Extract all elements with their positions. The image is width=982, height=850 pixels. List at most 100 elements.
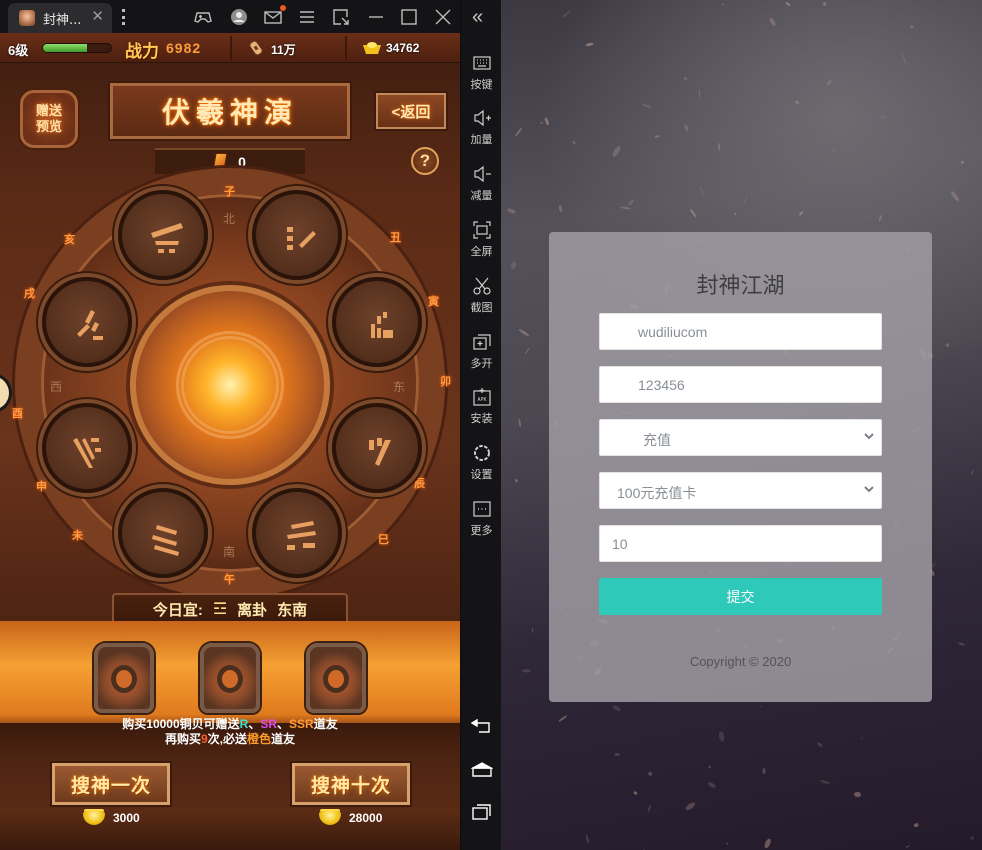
resize-icon[interactable] <box>331 7 351 27</box>
mail-icon[interactable] <box>263 5 286 27</box>
gold-ingot-icon <box>319 811 341 825</box>
gold-value[interactable]: 34762 <box>386 41 419 55</box>
quantity-input[interactable]: 10 <box>599 525 882 562</box>
collapse-sidebar-icon[interactable]: « <box>472 6 483 29</box>
page-title: 伏羲神演 <box>161 96 298 129</box>
app-tab[interactable]: 封神... ✕ <box>8 3 112 33</box>
zodiac-label: 亥 <box>64 234 75 246</box>
brazier-slot <box>94 643 154 713</box>
sidebar-item-volume-down[interactable]: 减量 <box>461 164 502 214</box>
particle <box>707 780 716 788</box>
particle <box>544 117 550 126</box>
copper-value[interactable]: 11万 <box>271 41 296 58</box>
sidebar-item-screenshot[interactable]: 截图 <box>461 276 502 326</box>
sidebar-item-more[interactable]: 更多 <box>461 499 502 549</box>
zodiac-label: 寅 <box>428 296 439 308</box>
particle <box>524 348 530 355</box>
trigram-button-qian[interactable] <box>118 190 208 280</box>
notice-text: 次,必送 <box>207 732 247 746</box>
svg-text:APK: APK <box>477 397 486 403</box>
particle <box>683 124 689 132</box>
draw-ten-button[interactable]: 搜神十次 <box>292 763 410 805</box>
back-label: <返回 <box>391 103 431 121</box>
draw-once-cost: 3000 <box>83 811 140 825</box>
cost-value: 3000 <box>113 811 140 825</box>
chevron-down-icon <box>863 430 875 442</box>
minimize-icon[interactable] <box>366 7 386 27</box>
trigram-button-xun[interactable] <box>42 403 132 493</box>
particle <box>507 207 517 214</box>
maximize-icon[interactable] <box>399 7 419 27</box>
recharge-type-select[interactable]: 充值 <box>599 419 882 456</box>
trigram-button-dui[interactable] <box>252 190 342 280</box>
particle <box>720 3 725 7</box>
player-level: 6级 <box>8 43 29 58</box>
account-icon[interactable] <box>229 7 249 27</box>
sidebar-item-fullscreen[interactable]: 全屏 <box>461 220 502 270</box>
sidebar-item-settings[interactable]: 设置 <box>461 443 502 493</box>
close-window-icon[interactable] <box>433 7 453 27</box>
zodiac-label: 午 <box>224 574 235 586</box>
keyboard-icon <box>472 56 491 70</box>
notice-text: 、 <box>277 717 290 731</box>
sidebar-item-install-apk[interactable]: APK 安装 <box>461 387 502 437</box>
direction-label: 东 <box>393 380 406 394</box>
remaining-count: 9 <box>200 732 208 746</box>
brazier-slot <box>200 643 260 713</box>
android-back-button[interactable] <box>471 716 493 738</box>
gift-preview-button[interactable]: 赠送 预览 <box>20 90 78 148</box>
account-input[interactable]: wudiliucom <box>599 313 882 350</box>
zodiac-label: 子 <box>224 186 235 198</box>
particle <box>517 418 522 429</box>
particle <box>799 210 804 216</box>
more-icon <box>472 501 491 517</box>
particle <box>913 822 919 828</box>
particle <box>510 261 518 271</box>
menu-icon[interactable] <box>297 7 317 27</box>
android-recents-button[interactable] <box>471 800 493 822</box>
product-value: 100元充值卡 <box>617 485 697 501</box>
trigram-button-li[interactable] <box>42 277 132 367</box>
notice-text: 、 <box>248 717 261 731</box>
sidebar-label: 更多 <box>470 524 493 537</box>
trigram-button-kun[interactable] <box>252 488 342 578</box>
particle <box>763 838 773 850</box>
particle <box>960 160 965 165</box>
tab-close-icon[interactable]: ✕ <box>91 9 104 25</box>
trigram-button-gen[interactable] <box>118 488 208 578</box>
sidebar-item-volume-up[interactable]: 加量 <box>461 108 502 158</box>
submit-button[interactable]: 提交 <box>599 578 882 615</box>
sidebar-item-keymap[interactable]: 按键 <box>461 53 502 103</box>
tab-menu-icon[interactable] <box>122 9 126 25</box>
android-home-button[interactable] <box>471 758 493 780</box>
recharge-type-value: 充值 <box>643 432 671 448</box>
particle <box>698 89 701 98</box>
power-value: 6982 <box>166 40 202 56</box>
draw-once-button[interactable]: 搜神一次 <box>52 763 170 805</box>
password-input[interactable]: 123456 <box>599 366 882 403</box>
particle <box>949 190 960 203</box>
notice-line-2: 再购买9次,必送橙色道友 <box>55 732 405 747</box>
notice-text: 道友 <box>313 717 338 731</box>
gamepad-icon[interactable] <box>193 7 213 27</box>
floating-assistant-icon[interactable] <box>0 373 12 413</box>
sidebar-item-multi-instance[interactable]: 多开 <box>461 332 502 382</box>
trigram-button-zhen[interactable] <box>332 277 422 367</box>
particle <box>794 100 800 106</box>
zodiac-label: 巳 <box>378 534 389 546</box>
bagua-center-orb[interactable] <box>130 285 330 485</box>
zodiac-label: 辰 <box>414 478 425 490</box>
particle <box>762 768 766 775</box>
particle <box>742 196 748 205</box>
help-button[interactable]: ? <box>411 147 439 175</box>
particle <box>944 342 950 348</box>
trigram-button-kan[interactable] <box>332 403 422 493</box>
particle <box>514 127 523 138</box>
particle <box>708 765 711 769</box>
form-title: 封神江湖 <box>696 274 785 299</box>
back-button[interactable]: <返回 <box>376 93 446 129</box>
gold-ingot-icon <box>363 42 381 54</box>
product-select[interactable]: 100元充值卡 <box>599 472 882 509</box>
exp-bar-fill <box>43 44 88 52</box>
game-app-icon <box>19 10 35 26</box>
